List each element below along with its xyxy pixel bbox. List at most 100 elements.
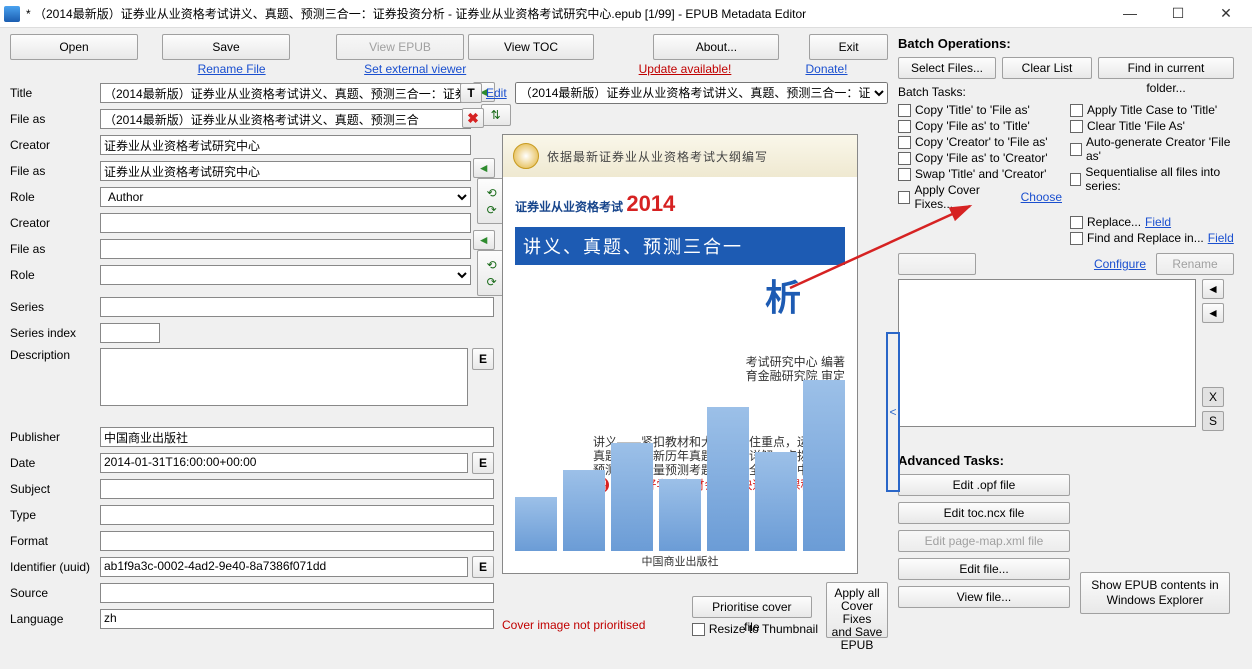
creator2-copy-button[interactable]: ◄	[473, 230, 495, 250]
rename-file-link[interactable]: Rename File	[168, 62, 296, 78]
collapse-preview-button[interactable]: <	[886, 332, 900, 492]
exit-button[interactable]: Exit	[809, 34, 888, 60]
creator1-fileas-input[interactable]: 证券业从业资格考试研究中心	[100, 161, 471, 181]
batch-file-list[interactable]	[898, 279, 1196, 427]
identifier-input[interactable]: ab1f9a3c-0002-4ad2-9e40-8a7386f071dd	[100, 557, 468, 577]
cb-fileas-to-title[interactable]	[898, 120, 911, 133]
cb-clear-title-fileas[interactable]	[1070, 120, 1083, 133]
maximize-button[interactable]: ☐	[1156, 3, 1200, 25]
prioritise-cover-button[interactable]: Prioritise cover file	[692, 596, 812, 618]
publisher-input[interactable]: 中国商业出版社	[100, 427, 494, 447]
cb-sequentialise[interactable]	[1070, 173, 1081, 186]
subject-label: Subject	[10, 482, 100, 496]
app-icon	[4, 6, 20, 22]
role2-select[interactable]	[100, 265, 471, 285]
series-input[interactable]	[100, 297, 494, 317]
language-input[interactable]: zh	[100, 609, 494, 629]
open-button[interactable]: Open	[10, 34, 138, 60]
edit-toc-button[interactable]: Edit toc.ncx file	[898, 502, 1070, 524]
choose-link[interactable]: Choose	[1021, 190, 1062, 204]
cb-autogen-creator-fileas[interactable]	[1070, 143, 1082, 156]
source-input[interactable]	[100, 583, 494, 603]
identifier-edit-button[interactable]: E	[472, 556, 494, 578]
series-index-input[interactable]	[100, 323, 160, 343]
cover-notice: Cover image not prioritised	[502, 618, 684, 632]
type-label: Type	[10, 508, 100, 522]
format-input[interactable]	[100, 531, 494, 551]
date-edit-button[interactable]: E	[472, 452, 494, 474]
creator1-copy-button[interactable]: ◄	[473, 158, 495, 178]
donate-link[interactable]: Donate!	[777, 62, 877, 78]
list-down-icon: ◄	[1202, 303, 1224, 323]
minimize-button[interactable]: —	[1108, 3, 1152, 25]
close-button[interactable]: ✕	[1204, 3, 1248, 25]
edit-file-button[interactable]: Edit file...	[898, 558, 1070, 580]
creator1-input[interactable]: 证券业从业资格考试研究中心	[100, 135, 471, 155]
title-input[interactable]: （2014最新版）证券业从业资格考试讲义、真题、预测三合一：证券	[100, 83, 471, 103]
set-external-viewer-link[interactable]: Set external viewer	[351, 62, 479, 78]
cb-swap-title-creator[interactable]	[898, 168, 911, 181]
creator2-fileas-input[interactable]	[100, 239, 471, 259]
cover-footer: 中国商业出版社	[503, 553, 857, 569]
titlebar: * （2014最新版）证券业从业资格考试讲义、真题、预测三合一：证券投资分析 -…	[0, 0, 1252, 28]
cover-title: 证券业从业资格考试 2014	[503, 177, 857, 223]
type-input[interactable]	[100, 505, 494, 525]
format-label: Format	[10, 534, 100, 548]
cb-fileas-to-creator[interactable]	[898, 152, 911, 165]
publisher-label: Publisher	[10, 430, 100, 444]
save-button[interactable]: Save	[162, 34, 290, 60]
edit-opf-button[interactable]: Edit .opf file	[898, 474, 1070, 496]
list-remove-button[interactable]: X	[1202, 387, 1224, 407]
apply-fixes-button[interactable]: Apply all Cover Fixes and Save EPUB	[826, 582, 888, 638]
show-explorer-button[interactable]: Show EPUB contents in Windows Explorer	[1080, 572, 1230, 614]
cb-titlecase[interactable]	[1070, 104, 1083, 117]
cover-preview: 依据最新证券业从业资格考试大纲编写 证券业从业资格考试 2014 讲义、真题、预…	[502, 134, 858, 574]
description-edit-button[interactable]: E	[472, 348, 494, 370]
identifier-label: Identifier (uuid)	[10, 560, 100, 574]
edit-pagemap-button: Edit page-map.xml file	[898, 530, 1070, 552]
series-name-input[interactable]	[1088, 195, 1234, 213]
cb-replace[interactable]	[1070, 216, 1083, 229]
description-input[interactable]	[100, 348, 468, 406]
select-files-button[interactable]: Select Files...	[898, 57, 996, 79]
batch-panel: Batch Operations: Select Files... Clear …	[890, 28, 1242, 668]
cb-find-replace[interactable]	[1070, 232, 1083, 245]
fileas-delete-button[interactable]: ✖	[462, 108, 484, 128]
cover-big-char: 析	[503, 269, 857, 321]
batch-operations-title: Batch Operations:	[898, 36, 1234, 51]
clear-list-button[interactable]: Clear List	[1002, 57, 1092, 79]
description-label: Description	[10, 348, 100, 362]
subject-input[interactable]	[100, 479, 494, 499]
cb-creator-to-fileas[interactable]	[898, 136, 911, 149]
view-file-button[interactable]: View file...	[898, 586, 1070, 608]
update-available-link[interactable]: Update available!	[605, 62, 765, 78]
batch-run-button	[898, 253, 976, 275]
series-label: Series	[10, 300, 100, 314]
date-input[interactable]: 2014-01-31T16:00:00+00:00	[100, 453, 468, 473]
about-button[interactable]: About...	[653, 34, 779, 60]
file-dropdown[interactable]: （2014最新版）证券业从业资格考试讲义、真题、预测三合一：证	[515, 82, 888, 104]
creator2-label: Creator	[10, 216, 100, 230]
language-label: Language	[10, 612, 100, 626]
creator1-fileas-label: File as	[10, 164, 100, 178]
preview-panel: View TOC About... Exit Update available!…	[500, 28, 890, 668]
view-toc-button[interactable]: View TOC	[468, 34, 594, 60]
title-edit-link[interactable]: Edit	[486, 86, 507, 100]
list-save-button[interactable]: S	[1202, 411, 1224, 431]
cover-header-text: 依据最新证券业从业资格考试大纲编写	[547, 148, 768, 165]
title-fileas-input[interactable]: （2014最新版）证券业从业资格考试讲义、真题、预测三合	[100, 109, 471, 129]
title-fileas-label: File as	[10, 112, 100, 126]
resize-thumbnail-checkbox[interactable]	[692, 623, 705, 636]
role1-select[interactable]: Author	[100, 187, 471, 207]
replace-field-link[interactable]: Field	[1145, 215, 1171, 229]
configure-link[interactable]: Configure	[1094, 257, 1146, 271]
window-title: * （2014最新版）证券业从业资格考试讲义、真题、预测三合一：证券投资分析 -…	[26, 5, 1108, 22]
find-folder-button[interactable]: Find in current folder...	[1098, 57, 1234, 79]
creator2-input[interactable]	[100, 213, 471, 233]
resize-thumbnail-label: Resize to Thumbnail	[709, 622, 818, 636]
title-edit-t-button[interactable]: T	[460, 83, 482, 103]
findreplace-field-link[interactable]: Field	[1208, 231, 1234, 245]
creator2-fileas-label: File as	[10, 242, 100, 256]
cb-title-to-fileas[interactable]	[898, 104, 911, 117]
cb-apply-cover-fixes[interactable]	[898, 191, 910, 204]
